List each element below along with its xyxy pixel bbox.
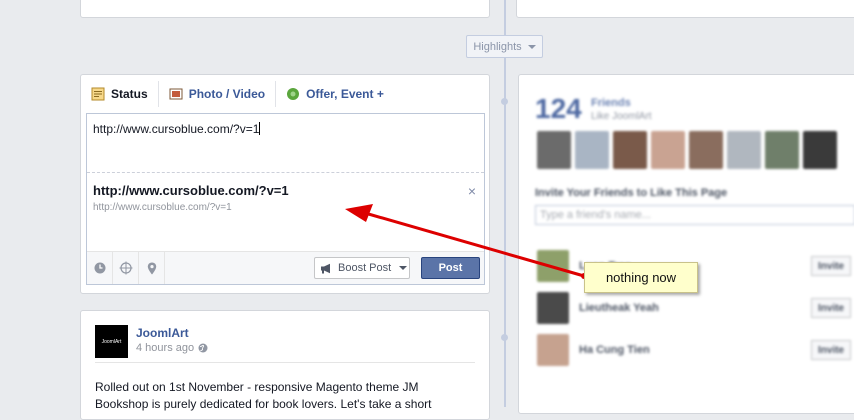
- annotation-note: nothing now: [584, 262, 698, 293]
- annotation-arrow: [345, 204, 587, 279]
- arrow-head: [345, 204, 373, 222]
- arrow-line: [364, 211, 585, 278]
